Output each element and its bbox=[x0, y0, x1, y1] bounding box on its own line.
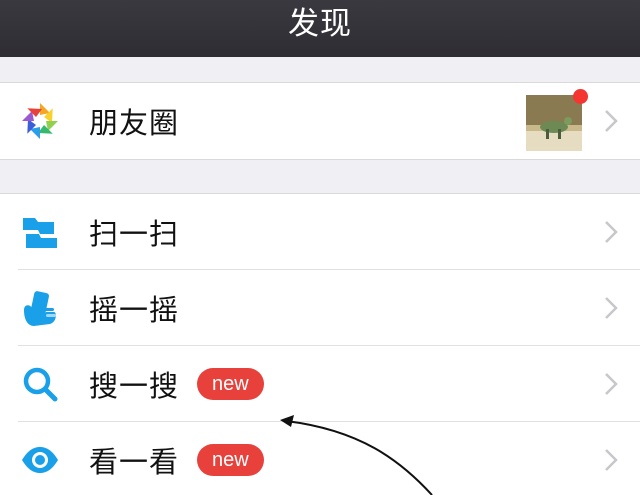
moments-label: 朋友圈 bbox=[89, 106, 180, 140]
chevron-right-icon bbox=[605, 297, 618, 319]
new-moments-dot bbox=[573, 89, 588, 104]
look-row[interactable]: 看一看 new bbox=[0, 422, 640, 498]
search-row[interactable]: 搜一搜 new bbox=[0, 346, 640, 422]
shake-label: 摇一摇 bbox=[89, 293, 180, 327]
shake-row[interactable]: 摇一摇 bbox=[0, 270, 640, 346]
chevron-right-icon bbox=[605, 110, 618, 132]
page-title: 发现 bbox=[288, 6, 352, 42]
shake-icon bbox=[24, 291, 56, 326]
look-label: 看一看 bbox=[89, 445, 180, 479]
eye-icon bbox=[22, 447, 58, 473]
new-badge: new bbox=[197, 444, 264, 476]
chevron-right-icon bbox=[605, 373, 618, 395]
chevron-right-icon bbox=[605, 449, 618, 471]
moments-icon bbox=[22, 103, 58, 139]
new-badge: new bbox=[197, 368, 264, 400]
scan-row[interactable]: 扫一扫 bbox=[0, 194, 640, 270]
search-icon bbox=[23, 367, 58, 402]
scan-icon bbox=[23, 218, 57, 248]
search-label: 搜一搜 bbox=[89, 369, 180, 403]
moments-thumbnail bbox=[526, 89, 588, 151]
chevron-right-icon bbox=[605, 221, 618, 243]
moments-thumbnail-image bbox=[526, 95, 582, 151]
nav-bar: 发现 bbox=[0, 0, 640, 57]
moments-row[interactable]: 朋友圈 bbox=[0, 83, 640, 159]
moments-group: 朋友圈 bbox=[0, 82, 640, 160]
tools-group: 扫一扫 摇一摇 搜一搜 new 看一看 new bbox=[0, 193, 640, 498]
scan-label: 扫一扫 bbox=[89, 217, 180, 251]
